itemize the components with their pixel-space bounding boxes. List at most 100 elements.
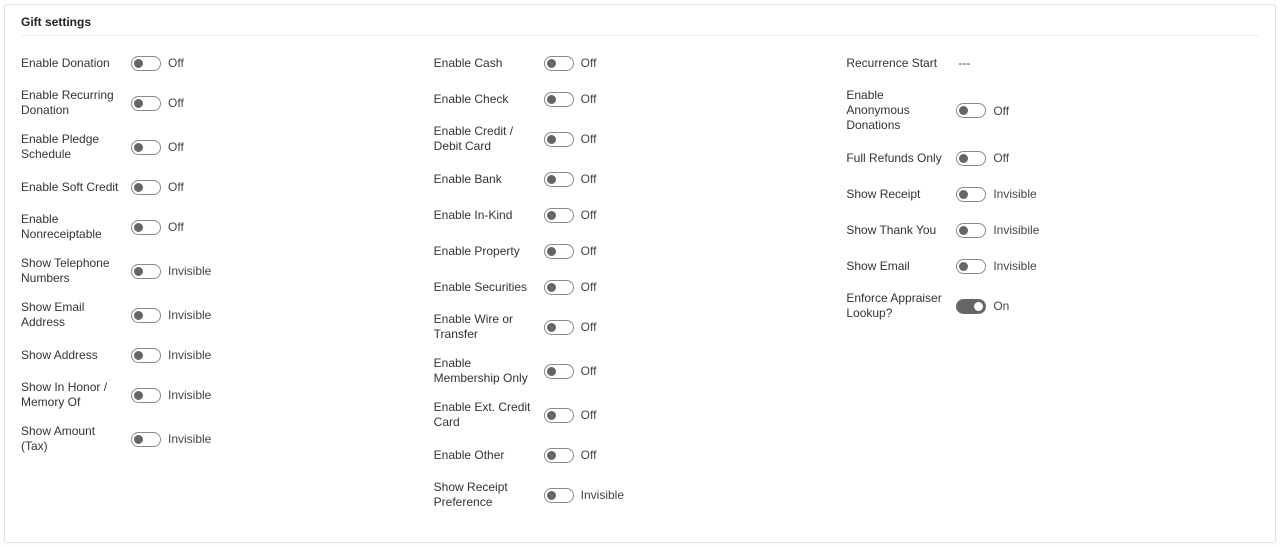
setting-control: Off <box>544 280 597 295</box>
toggle-enable-donation[interactable] <box>131 56 161 71</box>
setting-label: Enable Check <box>434 92 544 107</box>
toggle-state-label: Off <box>581 132 597 146</box>
toggle-show-thank-you[interactable] <box>956 223 986 238</box>
toggle-state-label: Invisible <box>168 308 211 322</box>
toggle-enable-ext-credit-card[interactable] <box>544 408 574 423</box>
toggle-show-receipt-preference[interactable] <box>544 488 574 503</box>
toggle-show-amount-tax[interactable] <box>131 432 161 447</box>
toggle-enable-recurring-donation[interactable] <box>131 96 161 111</box>
setting-control: Off <box>131 220 184 235</box>
setting-row-enable-check: Enable Check Off <box>434 88 827 110</box>
setting-row-show-address: Show AddressInvisible <box>21 344 414 366</box>
setting-control: --- <box>956 56 970 70</box>
toggle-enable-securities[interactable] <box>544 280 574 295</box>
toggle-state-label: Off <box>168 96 184 110</box>
setting-label: Full Refunds Only <box>846 151 956 166</box>
toggle-state-label: On <box>993 299 1009 313</box>
setting-control: Off <box>544 448 597 463</box>
toggle-state-label: Invisible <box>993 259 1036 273</box>
setting-row-enable-donation: Enable DonationOff <box>21 52 414 74</box>
setting-row-show-telephone-numbers: Show Telephone Numbers Invisible <box>21 256 414 286</box>
setting-label: Show Thank You <box>846 223 956 238</box>
setting-row-enable-anonymous-donations: Enable Anonymous Donations Off <box>846 88 1239 133</box>
toggle-state-label: Off <box>581 172 597 186</box>
toggle-enable-credit-debit-card[interactable] <box>544 132 574 147</box>
toggle-enable-soft-credit[interactable] <box>131 180 161 195</box>
setting-control: Off <box>131 56 184 71</box>
toggle-enable-pledge-schedule[interactable] <box>131 140 161 155</box>
setting-label: Enable Anonymous Donations <box>846 88 956 133</box>
setting-label: Show In Honor / Memory Of <box>21 380 131 410</box>
setting-row-enable-nonreceiptable: Enable NonreceiptableOff <box>21 212 414 242</box>
toggle-state-label: Off <box>581 208 597 222</box>
setting-control: Off <box>544 172 597 187</box>
setting-control: Off <box>544 208 597 223</box>
toggle-show-email[interactable] <box>956 259 986 274</box>
toggle-enable-membership-only[interactable] <box>544 364 574 379</box>
toggle-state-label: Off <box>993 104 1009 118</box>
setting-label: Enable In-Kind <box>434 208 544 223</box>
setting-label: Enable Credit / Debit Card <box>434 124 544 154</box>
setting-control: Invisible <box>131 388 211 403</box>
setting-label: Enable Property <box>434 244 544 259</box>
setting-row-recurrence-start: Recurrence Start--- <box>846 52 1239 74</box>
toggle-state-label: Off <box>168 180 184 194</box>
setting-label: Show Telephone Numbers <box>21 256 131 286</box>
toggle-full-refunds-only[interactable] <box>956 151 986 166</box>
setting-label: Enable Nonreceiptable <box>21 212 131 242</box>
toggle-state-label: Off <box>581 56 597 70</box>
settings-column-1: Enable DonationOff Enable Recurring Donat… <box>21 52 434 524</box>
setting-row-enable-bank: Enable BankOff <box>434 168 827 190</box>
setting-row-enable-in-kind: Enable In-Kind Off <box>434 204 827 226</box>
toggle-enable-anonymous-donations[interactable] <box>956 103 986 118</box>
toggle-state-label: Off <box>168 140 184 154</box>
toggle-state-label: Off <box>581 320 597 334</box>
toggle-state-label: Off <box>581 448 597 462</box>
toggle-enable-wire-or-transfer[interactable] <box>544 320 574 335</box>
setting-label: Enable Recurring Donation <box>21 88 131 118</box>
setting-value[interactable]: --- <box>956 56 970 70</box>
setting-label: Enable Other <box>434 448 544 463</box>
toggle-enable-check[interactable] <box>544 92 574 107</box>
setting-control: Off <box>131 96 184 111</box>
setting-row-show-amount-tax: Show Amount (Tax)Invisible <box>21 424 414 454</box>
toggle-enable-property[interactable] <box>544 244 574 259</box>
toggle-enable-in-kind[interactable] <box>544 208 574 223</box>
toggle-state-label: Invisible <box>168 388 211 402</box>
toggle-state-label: Invisible <box>993 187 1036 201</box>
setting-label: Enable Membership Only <box>434 356 544 386</box>
setting-control: Off <box>956 103 1009 118</box>
setting-control: Off <box>544 56 597 71</box>
setting-label: Show Email <box>846 259 956 274</box>
toggle-enable-other[interactable] <box>544 448 574 463</box>
setting-row-enable-ext-credit-card: Enable Ext. Credit CardOff <box>434 400 827 430</box>
toggle-show-telephone-numbers[interactable] <box>131 264 161 279</box>
setting-label: Enable Ext. Credit Card <box>434 400 544 430</box>
toggle-show-receipt[interactable] <box>956 187 986 202</box>
setting-control: Invisible <box>131 264 211 279</box>
setting-row-show-email: Show Email Invisible <box>846 255 1239 277</box>
setting-label: Show Receipt <box>846 187 956 202</box>
setting-control: Invisible <box>131 308 211 323</box>
toggle-enable-cash[interactable] <box>544 56 574 71</box>
setting-control: Off <box>544 408 597 423</box>
toggle-state-label: Invisibile <box>993 223 1039 237</box>
toggle-state-label: Invisible <box>581 488 624 502</box>
toggle-show-email-address[interactable] <box>131 308 161 323</box>
toggle-enable-bank[interactable] <box>544 172 574 187</box>
toggle-enforce-appraiser-lookup[interactable] <box>956 299 986 314</box>
toggle-state-label: Off <box>581 364 597 378</box>
setting-row-enable-membership-only: Enable Membership Only Off <box>434 356 827 386</box>
panel-title: Gift settings <box>21 15 1259 36</box>
toggle-enable-nonreceiptable[interactable] <box>131 220 161 235</box>
toggle-state-label: Invisible <box>168 348 211 362</box>
toggle-state-label: Invisible <box>168 264 211 278</box>
setting-row-enforce-appraiser-lookup: Enforce Appraiser Lookup?On <box>846 291 1239 321</box>
toggle-show-address[interactable] <box>131 348 161 363</box>
setting-control: Invisible <box>956 187 1036 202</box>
setting-label: Show Amount (Tax) <box>21 424 131 454</box>
setting-row-enable-soft-credit: Enable Soft CreditOff <box>21 176 414 198</box>
toggle-show-in-honor-memory-of[interactable] <box>131 388 161 403</box>
toggle-state-label: Off <box>581 92 597 106</box>
settings-column-3: Recurrence Start--- Enable Anonymous Dona… <box>846 52 1259 524</box>
